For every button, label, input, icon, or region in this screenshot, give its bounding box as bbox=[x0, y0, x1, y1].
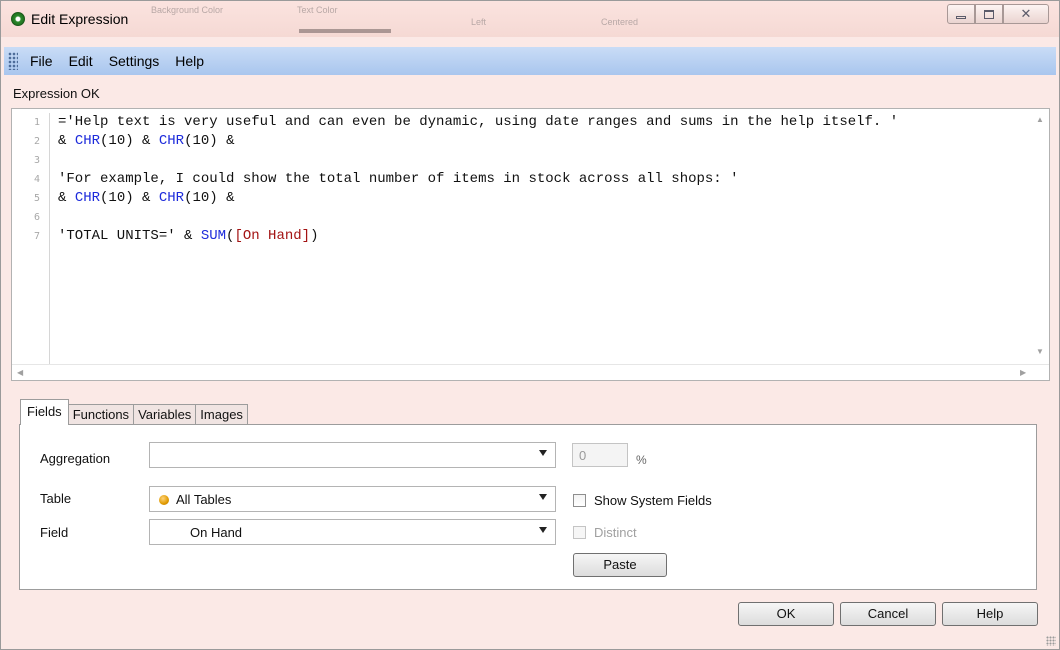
resize-grip-icon[interactable] bbox=[1046, 636, 1056, 646]
code-function-token: CHR bbox=[74, 133, 101, 149]
expression-editor[interactable]: 1 2 3 4 5 6 7 ='Help text is very useful… bbox=[11, 108, 1050, 381]
vertical-scrollbar[interactable]: ▲ ▼ bbox=[1031, 109, 1049, 365]
horizontal-scrollbar[interactable]: ◀ ▶ bbox=[12, 364, 1049, 380]
background-ghost-label: Background Color bbox=[151, 5, 224, 15]
window-title: Edit Expression bbox=[31, 11, 129, 27]
tab-strip: Fields Functions Variables Images bbox=[20, 399, 248, 425]
table-dropdown[interactable]: All Tables bbox=[149, 486, 556, 512]
line-number: 3 bbox=[34, 155, 41, 166]
code-area[interactable]: ='Help text is very useful and can even … bbox=[58, 113, 898, 246]
distinct-label: Distinct bbox=[594, 525, 637, 540]
app-icon bbox=[11, 12, 25, 26]
code-function-token: CHR bbox=[158, 133, 185, 149]
close-icon: ✕ bbox=[1020, 6, 1032, 21]
menu-file[interactable]: File bbox=[22, 53, 61, 69]
maximize-button[interactable] bbox=[975, 4, 1003, 24]
line-number: 4 bbox=[34, 174, 41, 185]
scroll-left-icon[interactable]: ◀ bbox=[17, 368, 23, 377]
cancel-button[interactable]: Cancel bbox=[840, 602, 936, 626]
code-function-token: CHR bbox=[158, 190, 185, 206]
tab-functions[interactable]: Functions bbox=[67, 404, 135, 425]
code-text-token: ) bbox=[310, 228, 319, 244]
code-line[interactable] bbox=[58, 151, 898, 170]
minimize-button[interactable] bbox=[947, 4, 975, 24]
code-field-token: [On Hand] bbox=[234, 228, 311, 244]
aggregation-dropdown[interactable] bbox=[149, 442, 556, 468]
line-number: 7 bbox=[34, 231, 41, 242]
table-bullet-icon bbox=[159, 495, 169, 505]
code-text-token: ='Help text is very useful and can even … bbox=[58, 114, 899, 130]
fields-panel: Aggregation 0 % Table All Tables Show Sy… bbox=[19, 424, 1037, 590]
aggregation-label: Aggregation bbox=[40, 451, 111, 466]
line-number-gutter: 1 2 3 4 5 6 7 bbox=[12, 113, 50, 368]
menu-edit[interactable]: Edit bbox=[61, 53, 101, 69]
code-line[interactable]: ='Help text is very useful and can even … bbox=[58, 113, 898, 132]
code-line[interactable]: 'For example, I could show the total num… bbox=[58, 170, 898, 189]
show-system-fields-checkbox[interactable] bbox=[573, 494, 586, 507]
code-text-token: (10) & bbox=[184, 190, 235, 206]
code-text-token: 'For example, I could show the total num… bbox=[58, 171, 739, 187]
edit-expression-dialog: Background Color Text Color Left Centere… bbox=[0, 0, 1060, 650]
code-line[interactable]: & CHR(10) & CHR(10) & bbox=[58, 132, 898, 151]
tab-fields[interactable]: Fields bbox=[20, 399, 69, 425]
code-text-token: (10) & bbox=[100, 133, 159, 149]
background-ghost-label: Left bbox=[471, 17, 487, 27]
code-text-token: & bbox=[58, 190, 75, 206]
code-text-token: & bbox=[58, 133, 75, 149]
code-text-token: (10) & bbox=[100, 190, 159, 206]
menu-settings[interactable]: Settings bbox=[101, 53, 168, 69]
code-line[interactable] bbox=[58, 208, 898, 227]
background-ghost-bar bbox=[299, 29, 391, 33]
background-ghost-label: Centered bbox=[601, 17, 639, 27]
maximize-icon bbox=[984, 9, 994, 19]
minimize-icon bbox=[956, 15, 966, 19]
distinct-checkbox[interactable] bbox=[573, 526, 586, 539]
code-function-token: SUM bbox=[200, 228, 227, 244]
field-label: Field bbox=[40, 525, 69, 540]
tab-images[interactable]: Images bbox=[195, 404, 248, 425]
paste-button[interactable]: Paste bbox=[573, 553, 667, 577]
code-line[interactable]: & CHR(10) & CHR(10) & bbox=[58, 189, 898, 208]
chevron-down-icon bbox=[539, 494, 547, 500]
menu-grip-icon[interactable] bbox=[8, 52, 18, 70]
help-button[interactable]: Help bbox=[942, 602, 1038, 626]
scroll-up-icon[interactable]: ▲ bbox=[1036, 115, 1044, 124]
scroll-right-icon[interactable]: ▶ bbox=[1020, 368, 1026, 377]
code-text-token: 'TOTAL UNITS=' & bbox=[58, 228, 201, 244]
percent-input[interactable]: 0 bbox=[572, 443, 628, 467]
tab-variables[interactable]: Variables bbox=[133, 404, 197, 425]
code-function-token: CHR bbox=[74, 190, 101, 206]
code-text-token: (10) & bbox=[184, 133, 235, 149]
field-value: On Hand bbox=[190, 525, 243, 540]
field-dropdown[interactable]: On Hand bbox=[149, 519, 556, 545]
line-number: 5 bbox=[34, 193, 41, 204]
show-system-fields-label[interactable]: Show System Fields bbox=[594, 493, 712, 508]
title-bar[interactable]: Background Color Text Color Left Centere… bbox=[1, 1, 1059, 37]
line-number: 6 bbox=[34, 212, 41, 223]
percent-sign: % bbox=[636, 453, 647, 467]
code-line[interactable]: 'TOTAL UNITS=' & SUM([On Hand]) bbox=[58, 227, 898, 246]
table-value: All Tables bbox=[176, 492, 232, 507]
ok-button[interactable]: OK bbox=[738, 602, 834, 626]
line-number: 1 bbox=[34, 117, 41, 128]
line-number: 2 bbox=[34, 136, 41, 147]
table-label: Table bbox=[40, 491, 72, 506]
menu-help[interactable]: Help bbox=[167, 53, 212, 69]
chevron-down-icon bbox=[539, 450, 547, 456]
chevron-down-icon bbox=[539, 527, 547, 533]
scroll-down-icon[interactable]: ▼ bbox=[1036, 347, 1044, 356]
close-button[interactable]: ✕ bbox=[1003, 4, 1049, 24]
menu-bar: File Edit Settings Help bbox=[4, 47, 1056, 75]
expression-status: Expression OK bbox=[13, 86, 100, 101]
